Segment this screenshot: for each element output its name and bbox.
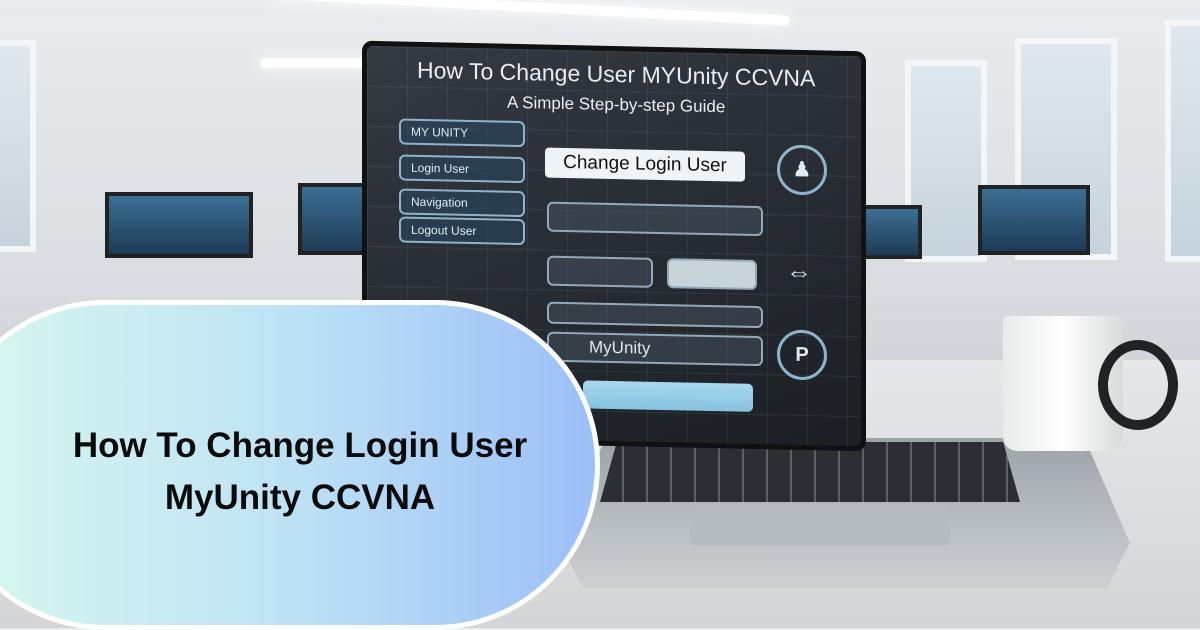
arrows-icon: ⇔ xyxy=(786,256,812,288)
screen-brand-field: MyUnity xyxy=(547,331,763,367)
screen-sidebar-item: MY UNITY xyxy=(399,118,525,148)
ceiling-light xyxy=(270,0,790,26)
logo-icon: P xyxy=(777,329,827,381)
background-monitor xyxy=(298,183,368,255)
screen-input-field xyxy=(547,201,763,237)
headline: How To Change Login User MyUnity CCVNA xyxy=(0,420,600,524)
screen-progress xyxy=(547,301,763,329)
laptop-trackpad xyxy=(690,505,950,545)
headline-line-2: MyUnity CCVNA xyxy=(164,478,436,517)
mug-handle xyxy=(1098,340,1178,430)
window xyxy=(0,40,36,252)
laptop-keyboard xyxy=(600,442,1020,502)
screen-sidebar-item: Logout User xyxy=(399,216,525,246)
screen-button xyxy=(667,258,757,290)
background-monitor xyxy=(978,185,1090,255)
screen-button xyxy=(547,255,653,288)
screen-title: How To Change User MYUnity CCVNA xyxy=(417,56,816,92)
background-monitor xyxy=(105,192,253,258)
window xyxy=(1165,20,1200,262)
screen-sidebar-item: Login User xyxy=(399,154,525,184)
user-icon: ♟ xyxy=(777,144,827,196)
screen-main-label: Change Login User xyxy=(545,147,745,182)
screen-subtitle: A Simple Step-by-step Guide xyxy=(507,92,726,117)
screen-submit-button xyxy=(583,380,753,412)
screen-sidebar-item: Navigation xyxy=(399,188,525,218)
background-monitor xyxy=(858,205,922,259)
headline-line-1: How To Change Login User xyxy=(72,426,528,465)
